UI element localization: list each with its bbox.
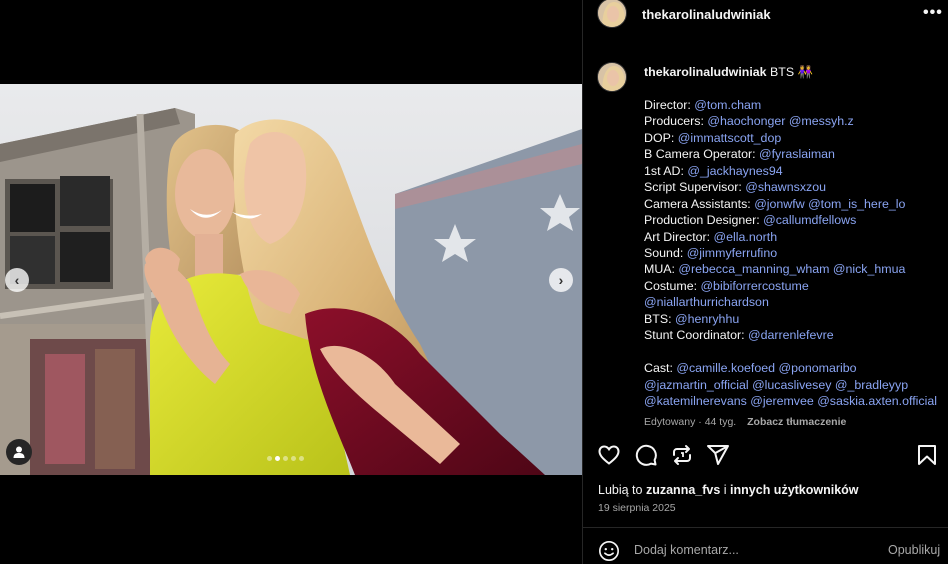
cast-mentions[interactable]: @jazmartin_official @lucaslivesey @_brad… [644,378,908,392]
credit-line: Costume: @bibiforrercostume [644,278,944,294]
credit-line: 1st AD: @_jackhaynes94 [644,163,944,179]
cast-mentions[interactable]: @camille.koefoed @ponomaribo [676,361,856,375]
caption-meta: Edytowany · 44 tyg. Zobacz tłumaczenie [644,416,846,428]
caption-title: BTS 👭 [770,65,813,79]
credit-line: Director: @tom.cham [644,97,944,113]
credit-role: Director: [644,97,695,112]
caption-heading: thekarolinaludwiniak BTS 👭 [644,64,944,80]
credit-role: Producers: [644,114,708,129]
credit-line: @niallarthurrichardson [644,294,944,310]
credit-line: Producers: @haochonger @messyh.z [644,113,944,129]
cast-line: Cast: @camille.koefoed @ponomaribo [644,360,944,376]
credit-line: Art Director: @ella.north [644,229,944,245]
chevron-right-icon: › [558,272,564,288]
carousel-dot [291,456,296,461]
avatar-image [598,0,626,27]
post-sidebar: thekarolinaludwiniak ••• thekarolinaludw… [582,0,948,564]
credit-role: Art Director: [644,229,714,244]
chevron-left-icon: ‹ [14,272,20,288]
credit-mentions[interactable]: @jimmyferrufino [687,246,777,260]
repost-icon[interactable] [670,443,694,467]
likes-summary: Lubią to zuzanna_fvs i innych użytkownik… [598,483,859,497]
credits-list: Director: @tom.cham Producers: @haochonge… [644,97,944,344]
credit-mentions[interactable]: @haochonger @messyh.z [707,114,853,128]
credit-mentions[interactable]: @ella.north [714,230,778,244]
user-tag-icon [13,446,25,458]
caption-avatar[interactable] [597,62,627,92]
credit-role: B Camera Operator: [644,147,760,162]
comment-bar: Dodaj komentarz... Opublikuj [583,527,948,564]
translate-link[interactable]: Zobacz tłumaczenie [747,416,846,428]
carousel-dot [299,456,304,461]
carousel-dot [267,456,272,461]
post-date: 19 sierpnia 2025 [598,502,676,514]
likes-user-link[interactable]: zuzanna_fvs [646,483,720,497]
likes-prefix: Lubią to [598,483,646,497]
comment-input[interactable]: Dodaj komentarz... [634,543,739,557]
carousel-indicator [267,456,304,461]
credit-role: BTS: [644,311,675,326]
more-options-icon[interactable]: ••• [923,4,943,22]
carousel-dot [283,456,288,461]
avatar[interactable] [597,0,627,28]
carousel-next-button[interactable]: › [549,268,573,292]
credit-role: Camera Assistants: [644,196,755,211]
cast-mentions[interactable]: @katemilnerevans @jeremvee @saskia.axten… [644,394,937,408]
bts-photo-illustration [0,84,582,475]
carousel-dot [275,456,280,461]
credit-line: Production Designer: @callumdfellows [644,212,944,228]
cast-list: Cast: @camille.koefoed @ponomaribo @jazma… [644,360,944,409]
credit-role: Stunt Coordinator: [644,328,749,343]
credit-line: BTS: @henryhhu [644,311,944,327]
credit-mentions[interactable]: @henryhhu [675,312,739,326]
credit-line: DOP: @immattscott_dop [644,130,944,146]
credit-mentions[interactable]: @jonwfw @tom_is_here_lo [754,197,905,211]
post-caption: thekarolinaludwiniak BTS 👭 Director: @to… [644,64,944,409]
credit-mentions[interactable]: @niallarthurrichardson [644,295,769,309]
credit-mentions[interactable]: @callumdfellows [763,213,856,227]
credit-line: Stunt Coordinator: @darrenlefevre [644,327,944,343]
avatar-image [598,63,626,91]
cast-line: @katemilnerevans @jeremvee @saskia.axten… [644,393,944,409]
post-comment-button[interactable]: Opublikuj [888,543,940,557]
credit-line: MUA: @rebecca_manning_wham @nick_hmua [644,261,944,277]
credit-mentions[interactable]: @tom.cham [694,98,761,112]
emoji-icon[interactable] [598,540,620,562]
heart-icon[interactable] [597,443,621,467]
cast-line: @jazmartin_official @lucaslivesey @_brad… [644,377,944,393]
carousel-prev-button[interactable]: ‹ [5,268,29,292]
credit-mentions[interactable]: @fyraslaiman [759,147,835,161]
credit-line: B Camera Operator: @fyraslaiman [644,146,944,162]
credit-mentions[interactable]: @darrenlefevre [748,328,834,342]
credit-mentions[interactable]: @rebecca_manning_wham @nick_hmua [678,262,905,276]
post-photo[interactable] [0,84,582,475]
credit-role: Costume: [644,278,701,293]
credit-role: Production Designer: [644,213,764,228]
credit-line: Sound: @jimmyferrufino [644,245,944,261]
edited-label: Edytowany · 44 tyg. [644,416,737,428]
likes-middle: i [720,483,731,497]
post-username[interactable]: thekarolinaludwiniak [642,7,771,22]
credit-mentions[interactable]: @shawnsxzou [745,180,826,194]
tagged-users-button[interactable] [6,439,32,465]
bookmark-icon[interactable] [915,443,939,467]
share-icon[interactable] [706,443,730,467]
credit-role: 1st AD: [644,163,688,178]
credit-mentions[interactable]: @_jackhaynes94 [687,164,782,178]
credit-role: MUA: [644,262,679,277]
post-media: ‹ › [0,0,582,564]
credit-line: Script Supervisor: @shawnsxzou [644,179,944,195]
credit-role: DOP: [644,130,678,145]
credit-line: Camera Assistants: @jonwfw @tom_is_here_… [644,196,944,212]
cast-label: Cast: [644,361,677,376]
post-actions [597,443,937,469]
post-header: thekarolinaludwiniak ••• [583,0,948,28]
likes-others-link[interactable]: innych użytkowników [730,483,859,497]
credit-role: Script Supervisor: [644,180,746,195]
credit-mentions[interactable]: @immattscott_dop [678,131,781,145]
caption-username[interactable]: thekarolinaludwiniak [644,65,767,79]
comment-icon[interactable] [634,443,658,467]
credit-mentions[interactable]: @bibiforrercostume [700,279,808,293]
credit-role: Sound: [644,245,687,260]
